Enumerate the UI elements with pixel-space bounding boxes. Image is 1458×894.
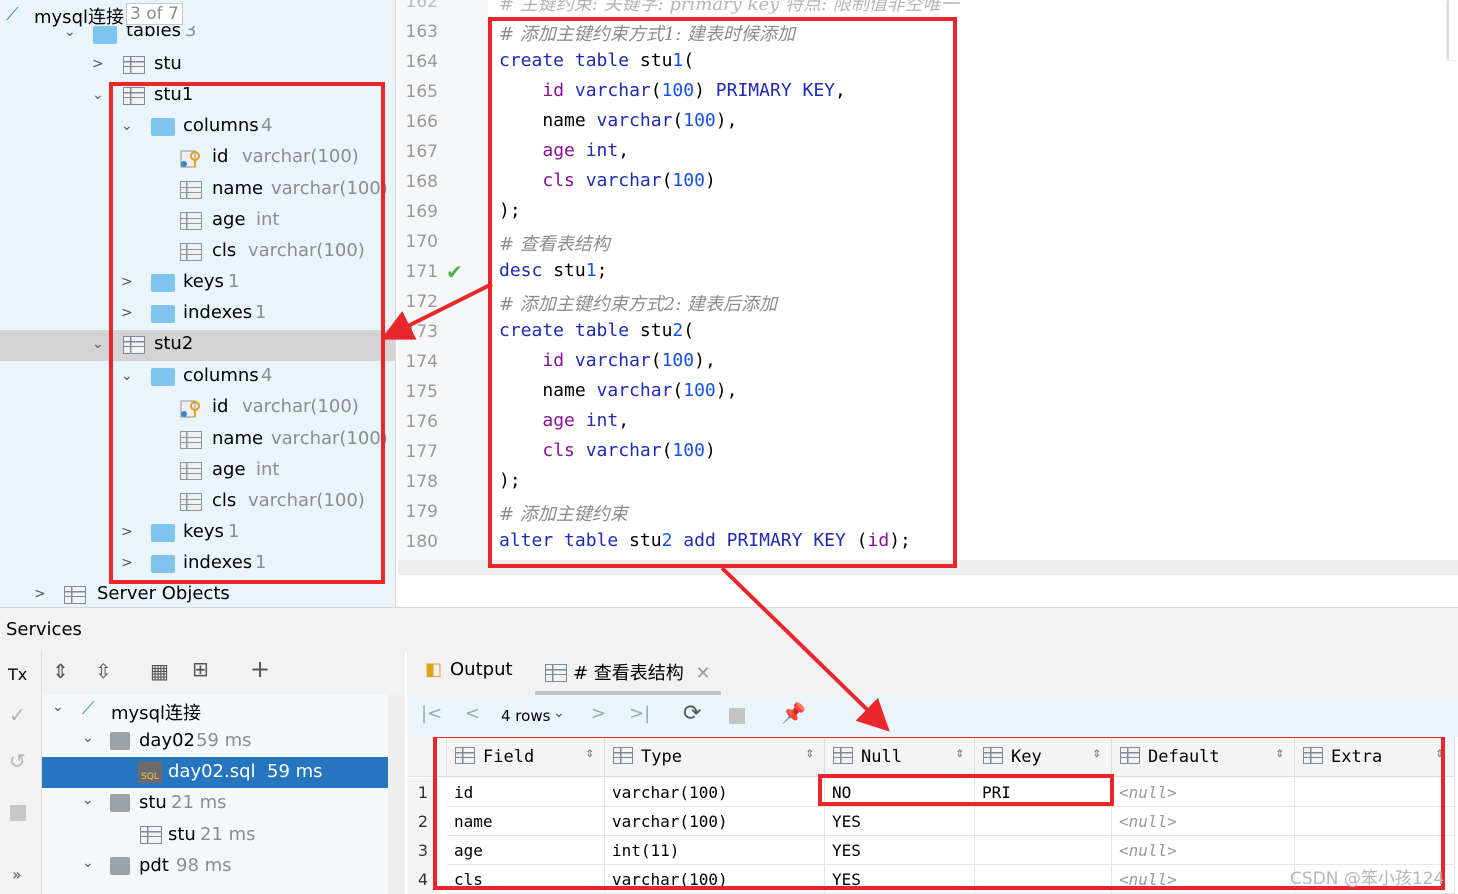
arrow-code-to-tree — [380, 282, 493, 340]
watermark: CSDN @笨小孩124 — [1290, 869, 1445, 889]
arrow-code-to-grid — [720, 566, 890, 732]
annotation-arrows — [380, 282, 890, 732]
